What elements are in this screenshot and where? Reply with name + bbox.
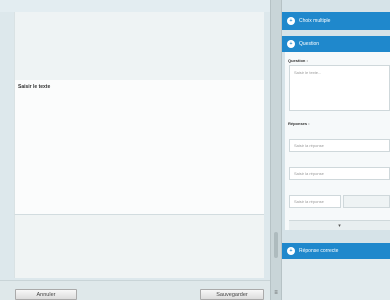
section-header-label: Réponse correcte: [299, 248, 339, 254]
section-header-label: Choix multiple: [299, 18, 331, 24]
menu-icon[interactable]: ≡: [272, 289, 280, 297]
response-placeholder: Saisir la réponse: [294, 171, 324, 176]
section-header-question[interactable]: + Question: [282, 36, 390, 52]
section-header-correct-answer[interactable]: + Réponse correcte: [282, 243, 390, 259]
editor-footer-region: [14, 214, 264, 278]
canvas-text[interactable]: Saisir le texte: [18, 84, 50, 90]
save-button[interactable]: Sauvegarder: [200, 289, 264, 300]
plus-circle-icon: +: [287, 40, 295, 48]
editor-canvas[interactable]: [14, 80, 264, 214]
correct-answer-section-body: [282, 259, 390, 300]
question-placeholder: Saisir le texte...: [294, 70, 322, 75]
splitter-grip[interactable]: [274, 232, 278, 258]
response-placeholder: Saisir la réponse: [294, 143, 324, 148]
section-header-label: Question: [299, 41, 320, 47]
response-placeholder: Saisir la réponse: [294, 199, 324, 204]
section-collapse-button[interactable]: ▾: [289, 220, 390, 230]
plus-circle-icon: +: [287, 17, 295, 25]
editor-top-strip: [0, 0, 270, 12]
plus-circle-icon: +: [287, 247, 295, 255]
cancel-button[interactable]: Annuler: [15, 289, 77, 300]
responses-label: Réponses :: [288, 121, 310, 126]
section-header-multiple-choice[interactable]: + Choix multiple: [282, 12, 390, 30]
response-option-button[interactable]: [343, 195, 390, 208]
question-label: Question :: [288, 58, 308, 63]
editor-header-region: [14, 12, 264, 80]
